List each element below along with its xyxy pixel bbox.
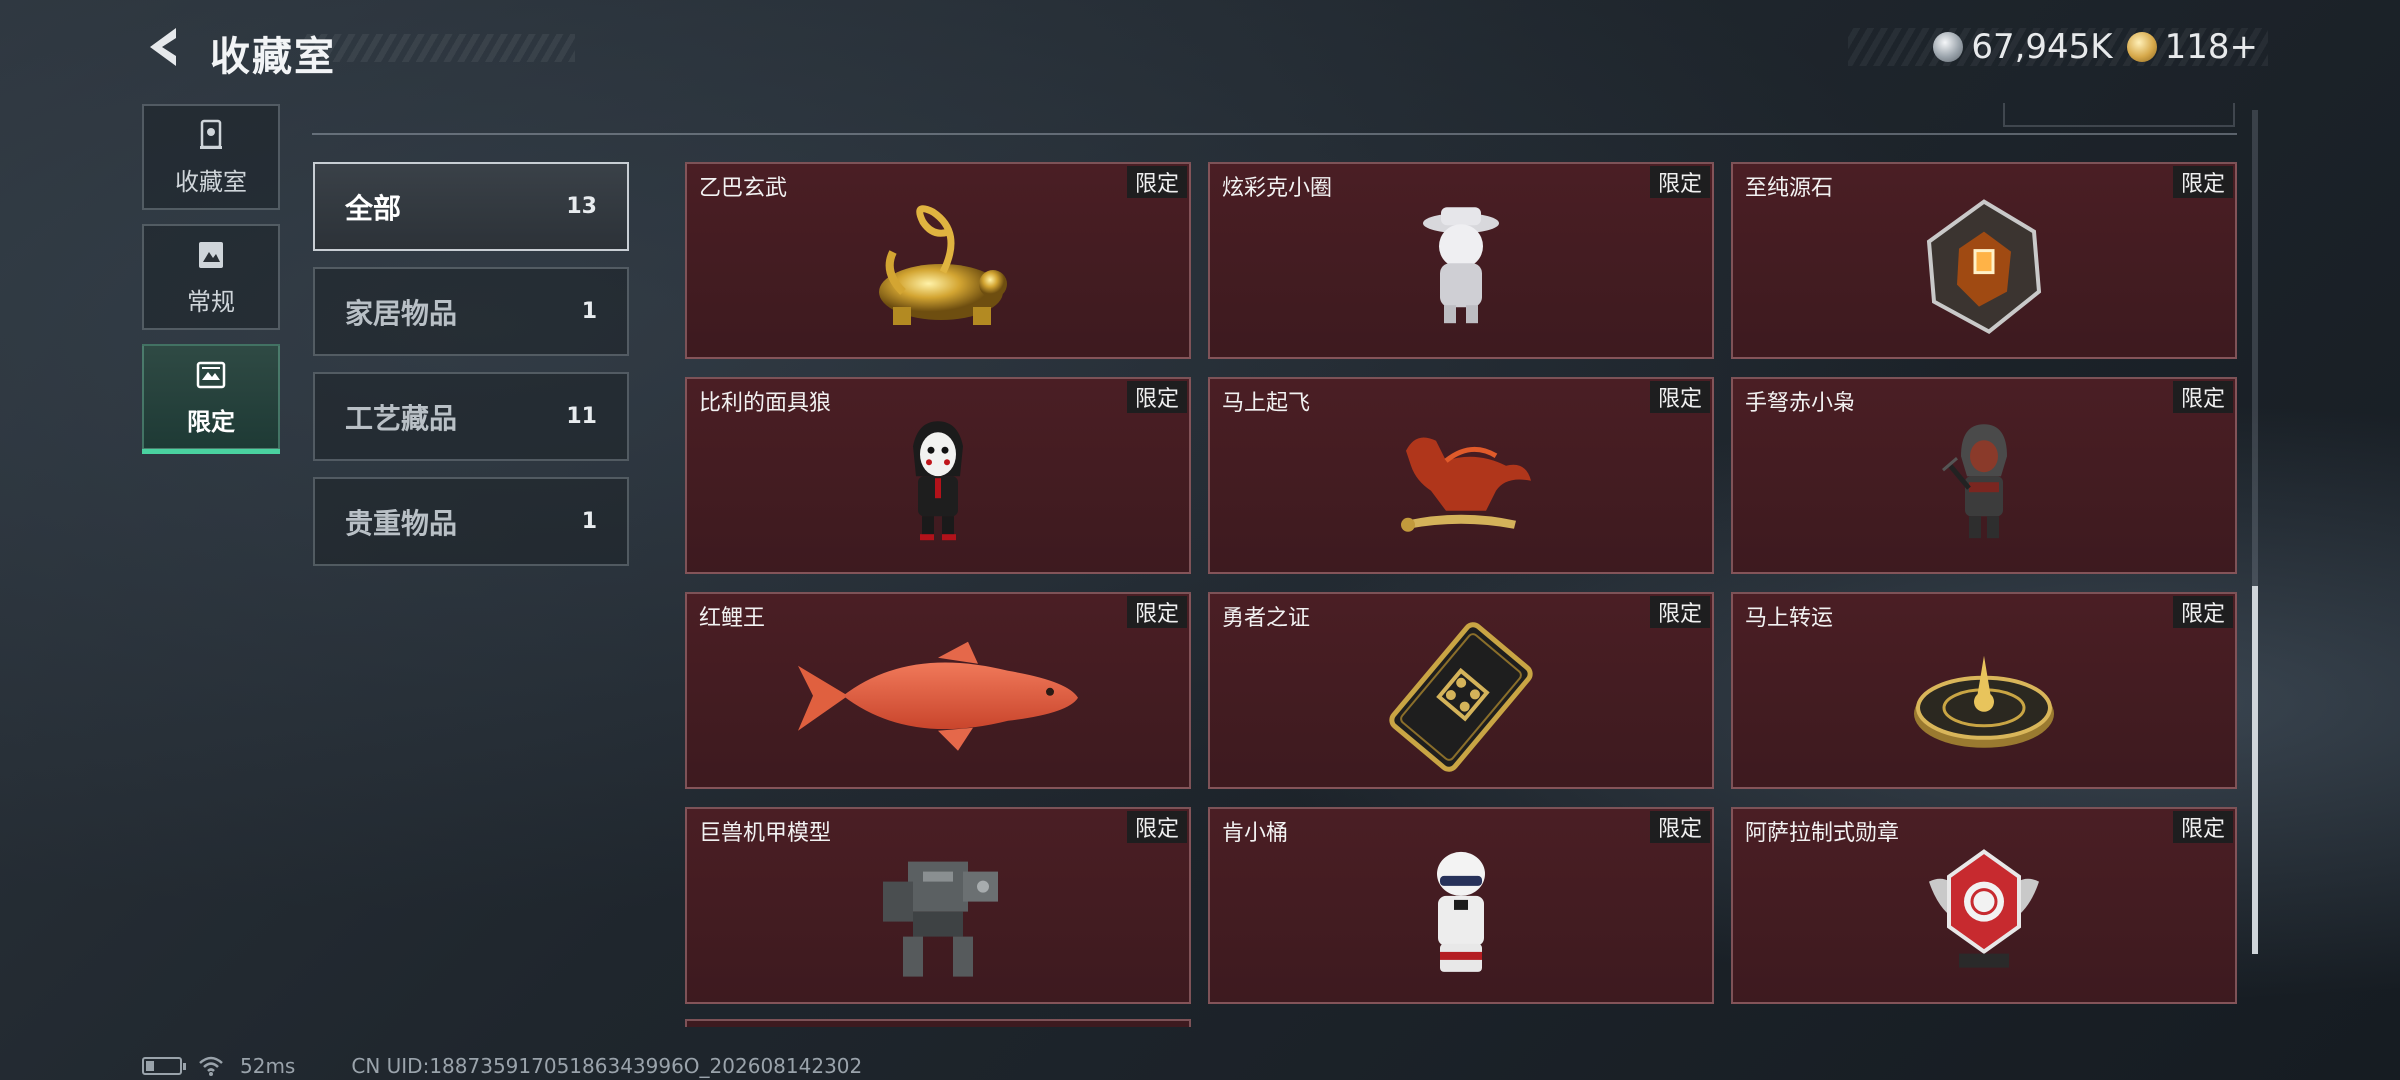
- limited-badge: 限定: [2172, 596, 2233, 628]
- nav-item-regular[interactable]: 常规: [142, 224, 280, 330]
- currency-silver-value: 67,945K: [1971, 27, 2113, 67]
- header: 收藏室 67,945K 118+: [0, 0, 2400, 100]
- item-name: 巨兽机甲模型: [699, 821, 832, 846]
- category-count: 1: [581, 509, 597, 534]
- brave-card-icon: [1389, 621, 1533, 772]
- limited-badge: 限定: [1649, 166, 1710, 198]
- category-count: 1: [581, 299, 597, 324]
- back-button[interactable]: [140, 22, 190, 72]
- limited-badge: 限定: [1649, 811, 1710, 843]
- item-name: 马上转运: [1745, 606, 1834, 631]
- colonel-bust-icon: [1437, 851, 1485, 972]
- item-card[interactable]: 马上转运 限定: [1731, 592, 2237, 789]
- nav-item-label: 常规: [187, 287, 235, 316]
- item-grid-container: 乙巴玄武 限定 炫彩克小圈 限定 至纯源石 限定 比利的面具狼 限定 马上起飞 …: [685, 162, 2237, 1024]
- limited-badge: 限定: [1126, 811, 1187, 843]
- nav-item-limited[interactable]: 限定: [142, 344, 280, 454]
- item-card[interactable]: 手弩赤小枭 限定: [1731, 377, 2237, 574]
- item-card[interactable]: 巨兽机甲模型 限定: [685, 807, 1191, 1004]
- item-name: 阿萨拉制式勋章: [1745, 821, 1900, 846]
- item-card[interactable]: 马上起飞 限定: [1208, 377, 1714, 574]
- regular-icon: [199, 241, 223, 268]
- category-name: 全部: [345, 191, 402, 225]
- limited-badge: 限定: [2172, 811, 2233, 843]
- limited-badge: 限定: [1126, 596, 1187, 628]
- collection-icon: [200, 119, 222, 149]
- title-area: 收藏室: [210, 24, 575, 80]
- item-name: 勇者之证: [1222, 606, 1311, 631]
- limited-badge: 限定: [1649, 381, 1710, 413]
- filter-tab-partial: [2003, 103, 2235, 127]
- nav-item-label: 限定: [187, 407, 235, 436]
- crossbow-hooded-figure-icon: [1942, 423, 2007, 538]
- title-decoration: [300, 34, 575, 62]
- item-name: 红鲤王: [699, 606, 766, 631]
- wifi-icon: [199, 1056, 223, 1076]
- limited-badge: 限定: [1649, 596, 1710, 628]
- nav-item-label: 收藏室: [175, 167, 247, 196]
- item-card[interactable]: 勇者之证 限定: [1208, 592, 1714, 789]
- limited-badge: 限定: [1126, 381, 1187, 413]
- category-name: 贵重物品: [345, 506, 458, 540]
- currency-silver[interactable]: 67,945K: [1933, 27, 2113, 67]
- ping-value: 52ms: [240, 1054, 296, 1078]
- silver-coin-icon: [1933, 32, 1964, 62]
- item-card[interactable]: 阿萨拉制式勋章 限定: [1731, 807, 2237, 1004]
- limited-icon: [196, 361, 226, 388]
- next-row-partial: [685, 1019, 1191, 1027]
- category-all[interactable]: 全部 13: [313, 162, 629, 251]
- currency-bar: 67,945K 118+: [1848, 27, 2268, 67]
- back-arrow-icon: [150, 28, 176, 66]
- limited-badge: 限定: [2172, 381, 2233, 413]
- item-grid: 乙巴玄武 限定 炫彩克小圈 限定 至纯源石 限定 比利的面具狼 限定 马上起飞 …: [685, 162, 2237, 1004]
- limited-badge: 限定: [1126, 166, 1187, 198]
- category-valuables[interactable]: 贵重物品 1: [313, 477, 629, 566]
- item-name: 至纯源石: [1745, 176, 1834, 201]
- item-name: 乙巴玄武: [699, 176, 788, 201]
- item-name: 炫彩克小圈: [1222, 176, 1333, 201]
- content-divider: [312, 133, 2237, 135]
- red-carp-icon: [798, 641, 1078, 751]
- category-home[interactable]: 家居物品 1: [313, 267, 629, 356]
- mech-model-icon: [883, 861, 998, 977]
- item-card[interactable]: 至纯源石 限定: [1731, 162, 2237, 359]
- item-card[interactable]: 肯小桶 限定: [1208, 807, 1714, 1004]
- gold-triangle-coin-icon: [2126, 32, 2157, 62]
- status-bar: 52ms CN UID:18873591705186343996O_202608…: [142, 1054, 862, 1078]
- scrollbar-thumb[interactable]: [2252, 586, 2258, 954]
- item-name: 比利的面具狼: [699, 391, 832, 416]
- golden-tortoise-snake-icon: [879, 204, 1007, 325]
- fortune-wheel-icon: [1914, 655, 2054, 748]
- category-list: 全部 13 家居物品 1 工艺藏品 11 贵重物品 1: [313, 162, 629, 582]
- item-name: 肯小桶: [1222, 821, 1289, 846]
- side-nav: 收藏室 常规 限定: [142, 104, 280, 464]
- nav-item-collection[interactable]: 收藏室: [142, 104, 280, 210]
- item-card[interactable]: 乙巴玄武 限定: [685, 162, 1191, 359]
- item-name: 马上起飞: [1222, 391, 1311, 416]
- item-card[interactable]: 红鲤王 限定: [685, 592, 1191, 789]
- battery-icon: [142, 1057, 186, 1075]
- billy-puppet-figure-icon: [913, 420, 963, 540]
- flying-horse-icon: [1401, 436, 1531, 532]
- currency-gold[interactable]: 118+: [2126, 27, 2258, 67]
- silver-figure-hat-icon: [1423, 206, 1499, 323]
- item-name: 手弩赤小枭: [1745, 391, 1856, 416]
- item-card[interactable]: 比利的面具狼 限定: [685, 377, 1191, 574]
- category-count: 11: [566, 404, 597, 429]
- page-title: 收藏室: [210, 34, 336, 80]
- category-name: 工艺藏品: [345, 401, 458, 435]
- category-count: 13: [566, 194, 597, 219]
- source-stone-crystal-icon: [1926, 198, 2042, 334]
- limited-badge: 限定: [2172, 166, 2233, 198]
- category-name: 家居物品: [345, 296, 458, 330]
- category-craft[interactable]: 工艺藏品 11: [313, 372, 629, 461]
- currency-gold-value: 118+: [2164, 27, 2258, 67]
- scrollbar[interactable]: [2252, 110, 2258, 954]
- uid-text: CN UID:18873591705186343996O_20260814230…: [351, 1054, 863, 1078]
- item-card[interactable]: 炫彩克小圈 限定: [1208, 162, 1714, 359]
- asara-medal-icon: [1929, 848, 2039, 968]
